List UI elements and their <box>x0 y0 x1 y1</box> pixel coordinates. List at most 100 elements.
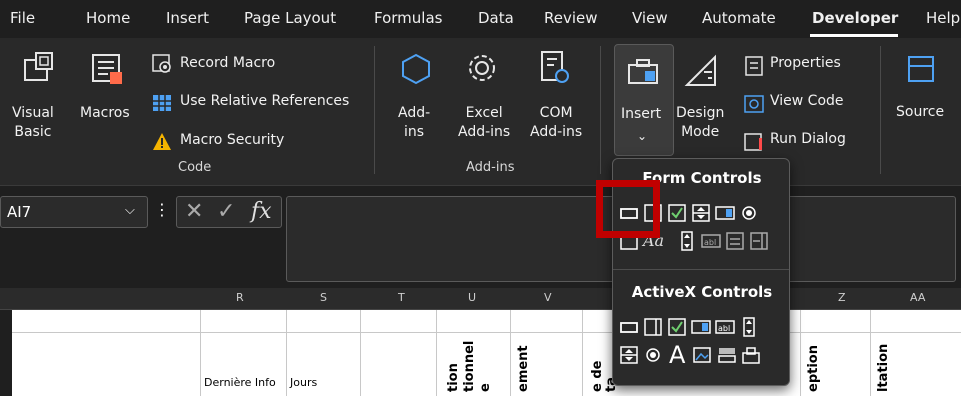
activex-command-button-icon[interactable] <box>619 317 639 337</box>
tab-page-layout[interactable]: Page Layout <box>244 9 336 27</box>
formula-actions: ✕ ✓ fx <box>176 196 282 228</box>
view-code-icon <box>744 94 764 114</box>
macros-icon <box>90 52 124 86</box>
activex-label-icon[interactable]: A <box>669 341 689 369</box>
active-tab-indicator <box>810 34 898 37</box>
tab-formulas[interactable]: Formulas <box>374 9 442 27</box>
menu-bar: File Home Insert Page Layout Formulas Da… <box>0 0 961 38</box>
gear-icon <box>464 50 500 86</box>
record-macro-button[interactable]: Record Macro <box>180 55 275 71</box>
column-header-aa[interactable]: AA <box>910 291 925 304</box>
design-mode-button[interactable]: Design Mode <box>676 104 724 142</box>
com-add-ins-label: COM Add-ins <box>530 105 583 140</box>
cancel-icon[interactable]: ✕ <box>185 199 203 224</box>
group-separator <box>880 46 881 174</box>
svg-text:abl: abl <box>704 238 716 247</box>
name-box[interactable]: AI7 ⌵ <box>0 196 148 228</box>
properties-button[interactable]: Properties <box>770 55 841 71</box>
insert-controls-button[interactable]: Insert ⌄ <box>614 44 674 156</box>
more-options-icon[interactable]: ⋮ <box>154 200 170 219</box>
activex-image-icon[interactable] <box>693 345 713 365</box>
activex-combo-box-icon[interactable] <box>643 317 663 337</box>
insert-function-icon[interactable]: fx <box>251 199 272 224</box>
macro-security-button[interactable]: Macro Security <box>180 132 284 148</box>
use-relative-references-button[interactable]: Use Relative References <box>180 93 349 109</box>
svg-text:abl: abl <box>718 324 730 333</box>
column-header-u[interactable]: U <box>468 291 476 304</box>
group-separator <box>600 46 601 174</box>
grid-line <box>510 310 511 396</box>
cell-aa-text[interactable]: ltation <box>876 344 891 392</box>
form-option-button-icon[interactable] <box>739 203 759 223</box>
warning-icon <box>152 132 172 152</box>
activex-toggle-button-icon[interactable] <box>717 345 737 365</box>
visual-basic-icon <box>22 50 56 84</box>
form-scroll-bar-icon[interactable] <box>677 231 697 251</box>
source-button[interactable]: Source <box>896 104 944 120</box>
cell-r-header[interactable]: Dernière Info <box>204 376 276 389</box>
com-add-ins-button[interactable]: COM Add-ins <box>530 104 582 142</box>
form-text-field-icon[interactable]: abl <box>701 231 721 251</box>
grid-line <box>800 310 801 396</box>
cell-w-text-1[interactable]: e de <box>590 361 605 392</box>
activex-scroll-bar-icon[interactable] <box>739 317 759 337</box>
chevron-down-icon: ⌄ <box>637 129 648 143</box>
tab-view[interactable]: View <box>632 9 668 27</box>
cell-u-text-1[interactable]: tion <box>446 363 461 392</box>
menu-divider <box>613 269 789 270</box>
tab-help[interactable]: Help <box>926 9 960 27</box>
form-combo-drop-down-edit-icon[interactable] <box>749 231 769 251</box>
tab-review[interactable]: Review <box>544 9 598 27</box>
run-dialog-icon <box>744 132 764 152</box>
column-header-v[interactable]: V <box>544 291 552 304</box>
record-macro-icon <box>152 54 172 74</box>
activex-spin-button-icon[interactable] <box>619 345 639 365</box>
highlight-box <box>596 180 660 238</box>
insert-label: Insert <box>621 106 662 122</box>
tab-home[interactable]: Home <box>86 9 130 27</box>
add-ins-button[interactable]: Add- ins <box>398 104 430 142</box>
chevron-down-icon[interactable]: ⌵ <box>125 203 135 218</box>
form-spin-button-icon[interactable] <box>691 203 711 223</box>
column-header: R S T U V Z AA <box>0 288 961 310</box>
grid-line <box>870 310 871 396</box>
activex-list-box-icon[interactable] <box>691 317 711 337</box>
form-list-box-icon[interactable] <box>715 203 735 223</box>
add-ins-label: Add- ins <box>398 105 431 140</box>
column-header-t[interactable]: T <box>398 291 405 304</box>
run-dialog-button[interactable]: Run Dialog <box>770 131 846 147</box>
visual-basic-button[interactable]: Visual Basic <box>12 104 54 142</box>
activex-checkbox-icon[interactable] <box>667 317 687 337</box>
cell-z-text[interactable]: eption <box>806 345 821 392</box>
activex-option-button-icon[interactable] <box>643 345 663 365</box>
group-separator <box>374 46 375 174</box>
toolbox-icon <box>627 57 661 87</box>
relative-references-icon <box>152 93 172 113</box>
tab-insert[interactable]: Insert <box>166 9 209 27</box>
activex-controls-heading: ActiveX Controls <box>631 283 773 301</box>
form-combo-list-edit-icon[interactable] <box>725 231 745 251</box>
tab-data[interactable]: Data <box>478 9 514 27</box>
tab-automate[interactable]: Automate <box>702 9 776 27</box>
grid-line <box>582 310 583 396</box>
tab-file[interactable]: File <box>10 9 35 27</box>
column-header-s[interactable]: S <box>320 291 327 304</box>
activex-text-box-icon[interactable]: abl <box>715 317 735 337</box>
cell-s-header[interactable]: Jours <box>290 376 317 389</box>
form-checkbox-icon[interactable] <box>667 203 687 223</box>
more-controls-icon[interactable] <box>741 345 761 365</box>
formula-bar: AI7 ⌵ ⋮ ✕ ✓ fx <box>0 186 961 286</box>
design-mode-icon <box>684 54 718 88</box>
cell-u-text-3[interactable]: e <box>478 383 493 392</box>
excel-add-ins-button[interactable]: Excel Add-ins <box>458 104 510 142</box>
tab-developer[interactable]: Developer <box>812 9 898 27</box>
enter-icon[interactable]: ✓ <box>217 199 235 224</box>
column-header-r[interactable]: R <box>236 291 244 304</box>
view-code-button[interactable]: View Code <box>770 93 844 109</box>
grid-line <box>360 310 361 396</box>
cell-v-text[interactable]: ement <box>516 345 531 392</box>
macros-button[interactable]: Macros <box>80 104 130 123</box>
column-header-z[interactable]: Z <box>838 291 846 304</box>
group-label-add-ins: Add-ins <box>466 160 515 175</box>
cell-u-text-2[interactable]: tionnel <box>462 341 477 392</box>
